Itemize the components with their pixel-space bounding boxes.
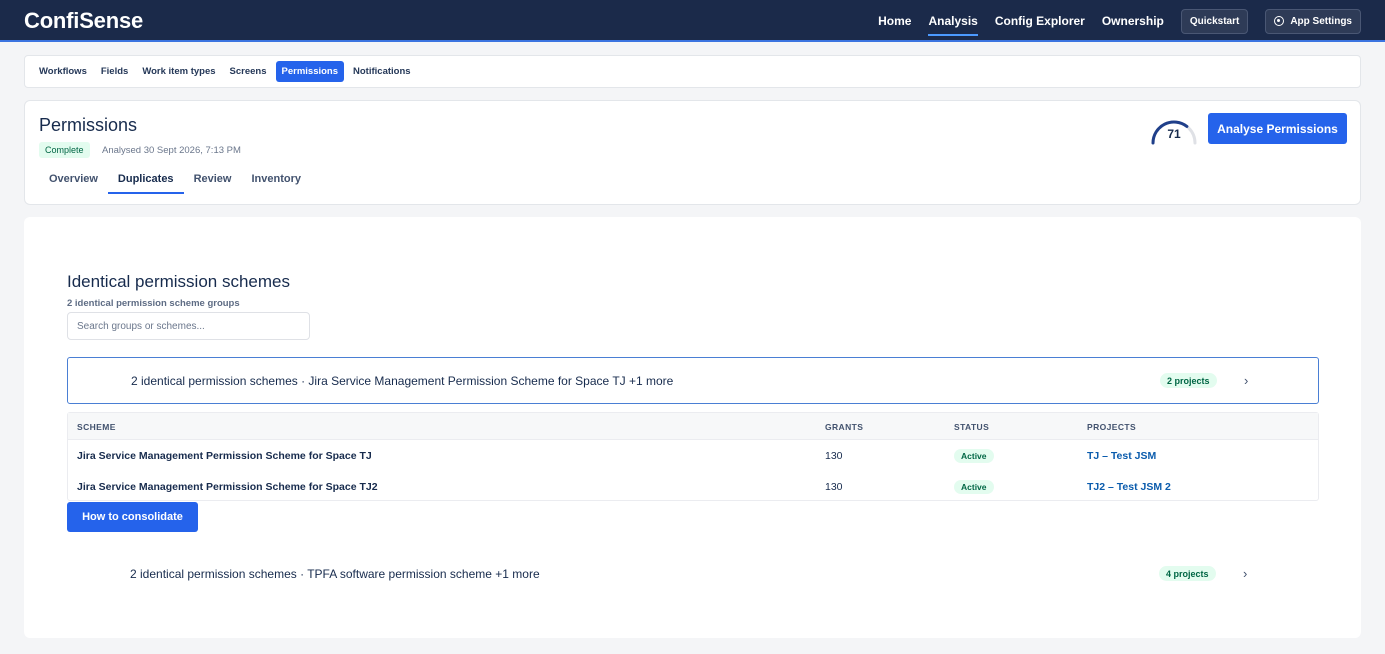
subnav-fields[interactable]: Fields [96, 61, 133, 82]
grants-count: 130 [825, 481, 843, 493]
subnav-screens[interactable]: Screens [225, 61, 272, 82]
subnav-permissions[interactable]: Permissions [275, 61, 345, 82]
tab-duplicates[interactable]: Duplicates [107, 167, 184, 194]
subnav-workflows[interactable]: Workflows [34, 61, 92, 82]
app-brand-logo[interactable]: ConfiSense [24, 8, 143, 34]
chevron-right-icon[interactable]: › [1244, 373, 1248, 388]
how-to-consolidate-button[interactable]: How to consolidate [67, 502, 198, 532]
section-subtitle: 2 identical permission scheme groups [67, 298, 240, 309]
permissions-header-card: Permissions Complete Analysed 30 Sept 20… [24, 100, 1361, 205]
nav-home[interactable]: Home [878, 0, 911, 42]
nav-ownership[interactable]: Ownership [1102, 0, 1164, 42]
quickstart-button[interactable]: Quickstart [1180, 8, 1249, 34]
group-title: 2 identical permission schemes · TPFA so… [130, 566, 540, 581]
analyse-permissions-button[interactable]: Analyse Permissions [1208, 113, 1347, 144]
tab-overview[interactable]: Overview [39, 167, 108, 194]
search-input[interactable] [67, 312, 310, 340]
analysed-timestamp: Analysed 30 Sept 2026, 7:13 PM [102, 145, 241, 156]
app-settings-button[interactable]: App Settings [1265, 8, 1361, 34]
status-badge: Active [954, 480, 994, 494]
column-header-scheme: SCHEME [77, 422, 116, 432]
tab-inventory[interactable]: Inventory [241, 167, 311, 194]
projects-count-badge: 2 projects [1160, 373, 1217, 388]
gear-icon [1274, 16, 1285, 26]
status-badge: Complete [39, 142, 90, 158]
scheme-table: SCHEME GRANTS STATUS PROJECTS Jira Servi… [67, 412, 1319, 501]
nav-analysis[interactable]: Analysis [928, 0, 979, 42]
tab-review[interactable]: Review [184, 167, 242, 194]
quickstart-label: Quickstart [1189, 15, 1240, 27]
project-link[interactable]: TJ – Test JSM [1087, 450, 1156, 462]
column-header-status: STATUS [954, 422, 990, 432]
project-link[interactable]: TJ2 – Test JSM 2 [1087, 481, 1171, 493]
page-title: Permissions [39, 115, 138, 135]
status-badge: Active [954, 449, 994, 463]
analysis-subnav: Workflows Fields Work item types Screens… [24, 55, 1361, 88]
header-tabs: Overview Duplicates Review Inventory [39, 167, 311, 194]
scheme-name: Jira Service Management Permission Schem… [77, 450, 372, 462]
table-row: Jira Service Management Permission Schem… [68, 440, 1318, 471]
subnav-notifications[interactable]: Notifications [348, 61, 416, 82]
top-nav-links: Home Analysis Config Explorer Ownership … [878, 0, 1361, 42]
column-header-grants: GRANTS [825, 422, 864, 432]
scheme-name: Jira Service Management Permission Schem… [77, 481, 378, 493]
duplicates-content-card: Identical permission schemes 2 identical… [24, 217, 1361, 638]
grants-count: 130 [825, 450, 843, 462]
nav-config-explorer[interactable]: Config Explorer [995, 0, 1085, 42]
score-value: 71 [1167, 127, 1181, 141]
top-navigation-bar: ConfiSense Home Analysis Config Explorer… [0, 0, 1385, 42]
column-header-projects: PROJECTS [1087, 422, 1137, 432]
scheme-group-row[interactable]: 2 identical permission schemes · Jira Se… [67, 357, 1319, 404]
subnav-work-item-types[interactable]: Work item types [137, 61, 220, 82]
section-title: Identical permission schemes [67, 272, 290, 291]
app-settings-label: App Settings [1290, 15, 1352, 27]
scheme-group-row[interactable]: 2 identical permission schemes · TPFA so… [67, 550, 1319, 597]
table-row: Jira Service Management Permission Schem… [68, 471, 1318, 502]
chevron-right-icon[interactable]: › [1243, 566, 1247, 581]
table-header: SCHEME GRANTS STATUS PROJECTS [68, 413, 1318, 440]
group-title: 2 identical permission schemes · Jira Se… [131, 373, 674, 388]
projects-count-badge: 4 projects [1159, 566, 1216, 581]
